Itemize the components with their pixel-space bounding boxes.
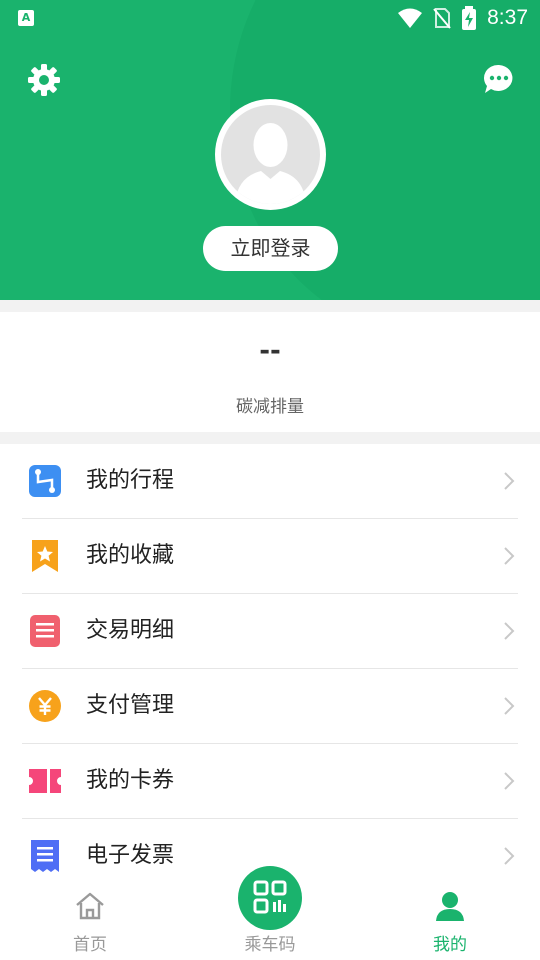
menu-item-label: 支付管理 [86,693,175,718]
person-silhouette-icon [235,123,306,204]
tab-label: 乘车码 [244,935,296,955]
tab-mine[interactable]: 我的 [360,876,540,960]
menu-item-coupons[interactable]: 我的卡券 [22,744,518,819]
chevron-right-icon [504,847,515,865]
carbon-value: -- [259,336,281,366]
avatar[interactable] [215,99,326,210]
chevron-right-icon [504,772,515,790]
chat-bubble-icon [484,64,513,93]
route-icon [29,465,61,497]
tab-label: 我的 [433,935,467,955]
qr-code-icon [253,880,287,914]
battery-charging-icon [462,6,477,30]
bookmark-star-icon [32,540,58,572]
clock: 8:37 [487,6,528,29]
gear-icon [28,64,60,96]
menu-item-label: 我的行程 [86,468,175,493]
status-bar: A 8:37 [0,0,540,36]
chevron-right-icon [504,547,515,565]
login-button[interactable]: 立即登录 [203,226,338,271]
ride-code-button[interactable] [238,866,302,930]
yuan-coin-icon [29,690,61,722]
menu-item-label: 电子发票 [86,843,175,868]
carbon-reduction-panel: -- 碳减排量 [0,312,540,432]
home-icon [76,892,104,920]
menu-item-label: 交易明细 [86,618,175,643]
status-icons: 8:37 [397,5,528,31]
profile-header: A 8:37 立即登录 [0,0,540,300]
menu-item-label: 我的收藏 [86,543,175,568]
app-notification-icon: A [18,10,34,26]
settings-button[interactable] [26,62,62,98]
invoice-icon [31,840,59,872]
carbon-label: 碳减排量 [236,397,304,417]
chevron-right-icon [504,622,515,640]
menu-item-transactions[interactable]: 交易明细 [22,594,518,669]
no-sim-icon [433,8,451,29]
message-button[interactable] [482,62,516,96]
menu-item-payment[interactable]: 支付管理 [22,669,518,744]
tab-label: 首页 [73,935,107,955]
menu-list: 我的行程 我的收藏 交易明细 支付管理 我的卡券 电子发票 [0,444,540,884]
menu-item-label: 我的卡券 [86,768,175,793]
wifi-icon [398,8,423,28]
menu-item-trips[interactable]: 我的行程 [22,444,518,519]
tab-home[interactable]: 首页 [0,876,180,960]
default-avatar-image [221,105,320,204]
chevron-right-icon [504,697,515,715]
list-doc-icon [30,615,60,647]
ticket-icon [29,769,61,793]
person-icon [436,892,464,921]
chevron-right-icon [504,472,515,490]
menu-item-favorites[interactable]: 我的收藏 [22,519,518,594]
